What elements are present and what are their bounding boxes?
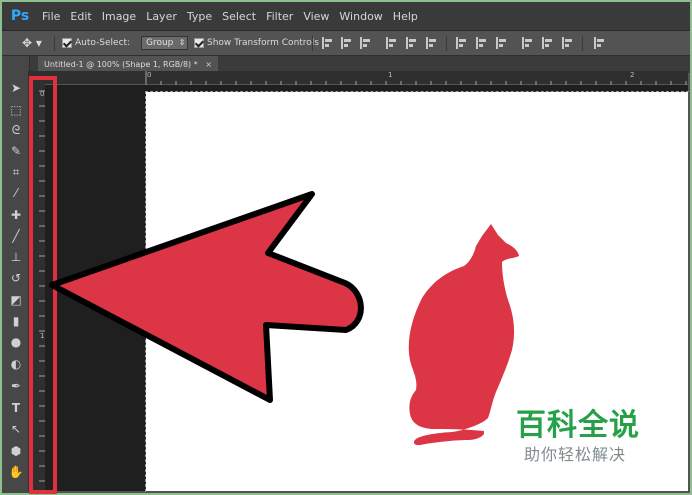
blur-tool-icon[interactable]: ● [8,334,24,350]
menu-file[interactable]: File [42,2,68,31]
close-icon[interactable]: × [205,60,212,69]
pen-tool-icon[interactable]: ✒ [8,378,24,394]
healing-brush-tool-icon[interactable]: ✚ [8,207,24,223]
auto-align-layers-icon[interactable] [594,37,606,49]
menu-help[interactable]: Help [393,2,426,31]
align-bottom-icon[interactable] [360,37,372,49]
eyedropper-tool-icon[interactable]: ⁄ [8,185,24,201]
path-select-tool-icon[interactable]: ↖ [8,421,24,437]
distribute-right-icon[interactable] [562,37,574,49]
show-transform-label: Show Transform Controls [207,38,319,48]
move-tool-icon[interactable]: ➤ [8,80,24,96]
align-vertical-center-icon[interactable] [341,37,353,49]
align-top-icon[interactable] [322,37,334,49]
options-bar: ✥ ▾ Auto-Select: Group Show Transform Co… [2,31,690,56]
eraser-tool-icon[interactable]: ◩ [8,292,24,308]
horizontal-ruler[interactable]: 0 1 2 [45,71,688,85]
menu-type[interactable]: Type [187,2,220,31]
move-tool-preset-icon[interactable]: ✥ ▾ [22,31,42,56]
h-ruler-label-1: 1 [388,71,393,79]
separator [312,36,313,51]
lasso-tool-icon[interactable]: ᘓ [8,122,24,138]
distribute-left-icon[interactable] [522,37,534,49]
dodge-tool-icon[interactable]: ◐ [8,356,24,372]
ruler-highlight-box [29,76,57,494]
menu-view[interactable]: View [303,2,337,31]
menu-layer[interactable]: Layer [146,2,185,31]
brush-tool-icon[interactable]: ╱ [8,228,24,244]
watermark-title: 百科全说 [516,408,640,443]
menu-bar: Ps File Edit Image Layer Type Select Fil… [2,2,690,31]
distribute-top-icon[interactable] [456,37,468,49]
distribute-hcenter-icon[interactable] [542,37,554,49]
h-ruler-label-0: 0 [147,71,152,79]
align-right-icon[interactable] [426,37,438,49]
quick-select-tool-icon[interactable]: ✎ [8,143,24,159]
marquee-tool-icon[interactable]: ⬚ [8,102,24,118]
align-left-icon[interactable] [386,37,398,49]
menu-select[interactable]: Select [222,2,264,31]
watermark-subtitle: 助你轻松解决 [524,445,627,464]
photoshop-logo: Ps [10,8,30,24]
clone-stamp-tool-icon[interactable]: ⊥ [8,249,24,265]
menu-items: File Edit Image Layer Type Select Filter… [42,2,428,31]
auto-select-control[interactable]: Auto-Select: Group [62,31,189,56]
auto-select-label: Auto-Select: [75,38,131,48]
hand-tool-icon[interactable]: ✋ [8,464,24,480]
menu-filter[interactable]: Filter [266,2,301,31]
show-transform-checkbox[interactable] [194,37,204,48]
type-tool-icon[interactable]: T [8,400,24,416]
crop-tool-icon[interactable]: ⌗ [8,164,24,180]
distribute-vcenter-icon[interactable] [476,37,488,49]
menu-edit[interactable]: Edit [70,2,99,31]
menu-window[interactable]: Window [339,2,390,31]
separator [54,36,55,51]
history-brush-tool-icon[interactable]: ↺ [8,270,24,286]
tools-panel: ➤ ⬚ ᘓ ✎ ⌗ ⁄ ✚ ╱ ⊥ ↺ ◩ ▮ ● ◐ ✒ T ↖ ⬢ ✋ [2,56,30,493]
gradient-tool-icon[interactable]: ▮ [8,313,24,329]
h-ruler-label-2: 2 [630,71,635,79]
horizontal-ruler-ticks [145,71,687,85]
align-horizontal-center-icon[interactable] [406,37,418,49]
document-tab-title: Untitled-1 @ 100% (Shape 1, RGB/8) * [44,60,198,69]
auto-select-checkbox[interactable] [62,37,72,48]
separator [446,36,447,51]
show-transform-control[interactable]: Show Transform Controls [194,31,319,56]
distribute-bottom-icon[interactable] [496,37,508,49]
menu-image[interactable]: Image [102,2,144,31]
shape-tool-icon[interactable]: ⬢ [8,443,24,459]
separator [582,36,583,51]
auto-select-mode-dropdown[interactable]: Group [140,35,189,50]
